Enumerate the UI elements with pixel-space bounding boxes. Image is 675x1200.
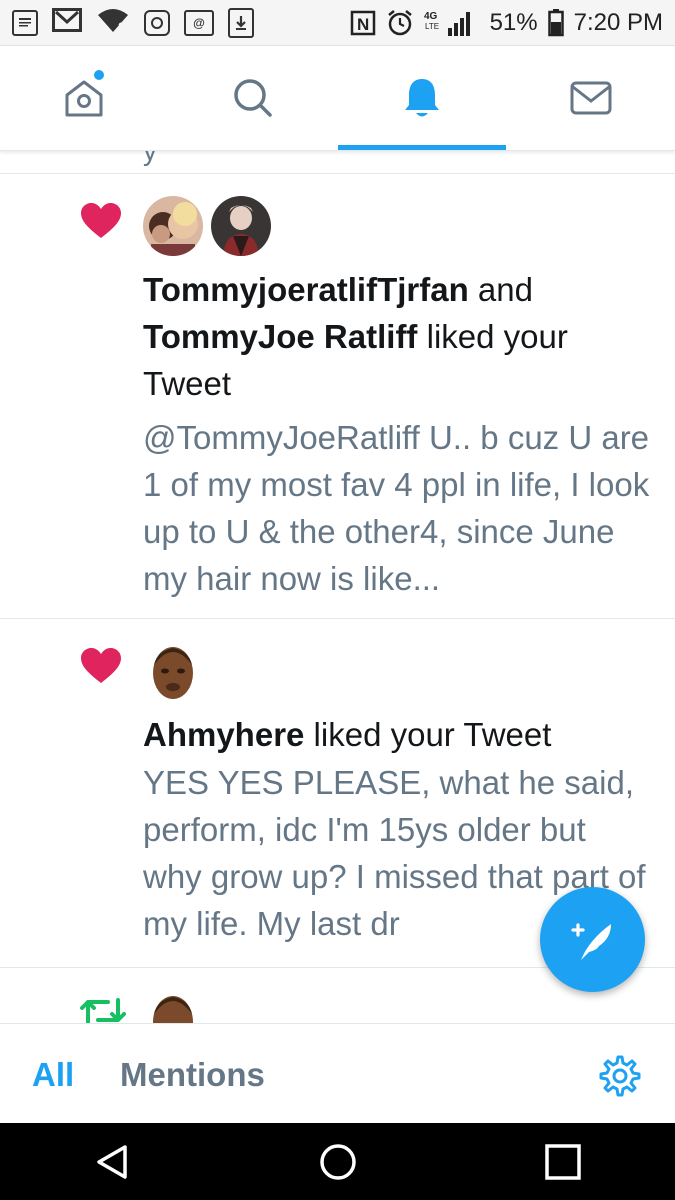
notification-headline: TommyjoeratlifTjrfan and TommyJoe Ratlif… [143,266,645,407]
gmail-icon [52,8,82,37]
heart-icon [81,648,121,683]
avatar-ahmyhere[interactable] [143,990,203,1023]
actor-name[interactable]: TommyjoeratlifTjrfan [143,271,469,308]
system-navigation-bar [0,1123,675,1200]
tab-home[interactable] [0,46,169,150]
download-icon [228,7,254,38]
tab-search[interactable] [169,46,338,150]
alarm-icon [386,9,414,37]
bell-icon [404,79,439,117]
wifi-icon: ? [96,7,130,38]
filter-mentions[interactable]: Mentions [120,1056,265,1094]
battery-percent: 51% [489,8,538,36]
battery-icon [547,8,564,37]
notification-item[interactable]: TommyjoeratlifTjrfan and TommyJoe Ratlif… [0,174,675,619]
back-icon[interactable] [93,1142,133,1182]
svg-text:4G: 4G [424,11,438,22]
tab-notifications[interactable] [337,46,507,150]
settings-gear-icon[interactable] [598,1054,642,1098]
action-text: liked your Tweet [304,716,552,753]
avatar-ahmyhere[interactable] [143,641,203,701]
recent-apps-icon[interactable] [543,1142,583,1182]
news-icon [12,9,38,36]
email-icon: @ [184,9,214,36]
search-icon [234,79,272,117]
heart-icon [81,203,121,238]
home-icon [65,80,103,117]
home-badge-dot [94,70,104,80]
signal-icon: 4G LTE [424,8,480,38]
actor-name[interactable]: TommyJoe Ratliff [143,318,417,355]
compose-tweet-button[interactable] [540,887,645,992]
home-circle-icon[interactable] [318,1142,358,1182]
avatar-tommyjoe-ratliff[interactable] [211,196,271,256]
mail-icon [570,81,612,115]
notification-headline: Ahmyhere liked your Tweet [143,711,645,758]
status-bar: ? @ N 4G LTE 51% 7:20 PM [0,0,675,46]
tab-messages[interactable] [506,46,675,150]
svg-text:N: N [357,15,369,34]
sync-icon [144,9,170,36]
avatar-tommyjoeratlif-tjrfan[interactable] [143,196,203,256]
svg-text:LTE: LTE [425,22,439,31]
previous-notification-fragment: y [0,151,675,174]
clipped-text-fragment: y [143,151,157,167]
notifications-filter-bar: All Mentions [0,1023,675,1124]
tweet-snippet: @TommyJoeRatliff U.. b cuz U are 1 of my… [143,419,650,597]
filter-all[interactable]: All [32,1056,74,1094]
connector-text: and [468,271,533,308]
actor-name[interactable]: Ahmyhere [143,716,304,753]
compose-feather-icon [570,922,611,960]
retweet-icon [80,998,126,1023]
top-tab-bar [0,46,675,151]
clock: 7:20 PM [573,8,663,36]
nfc-icon: N [350,10,376,36]
svg-text:?: ? [118,20,125,33]
